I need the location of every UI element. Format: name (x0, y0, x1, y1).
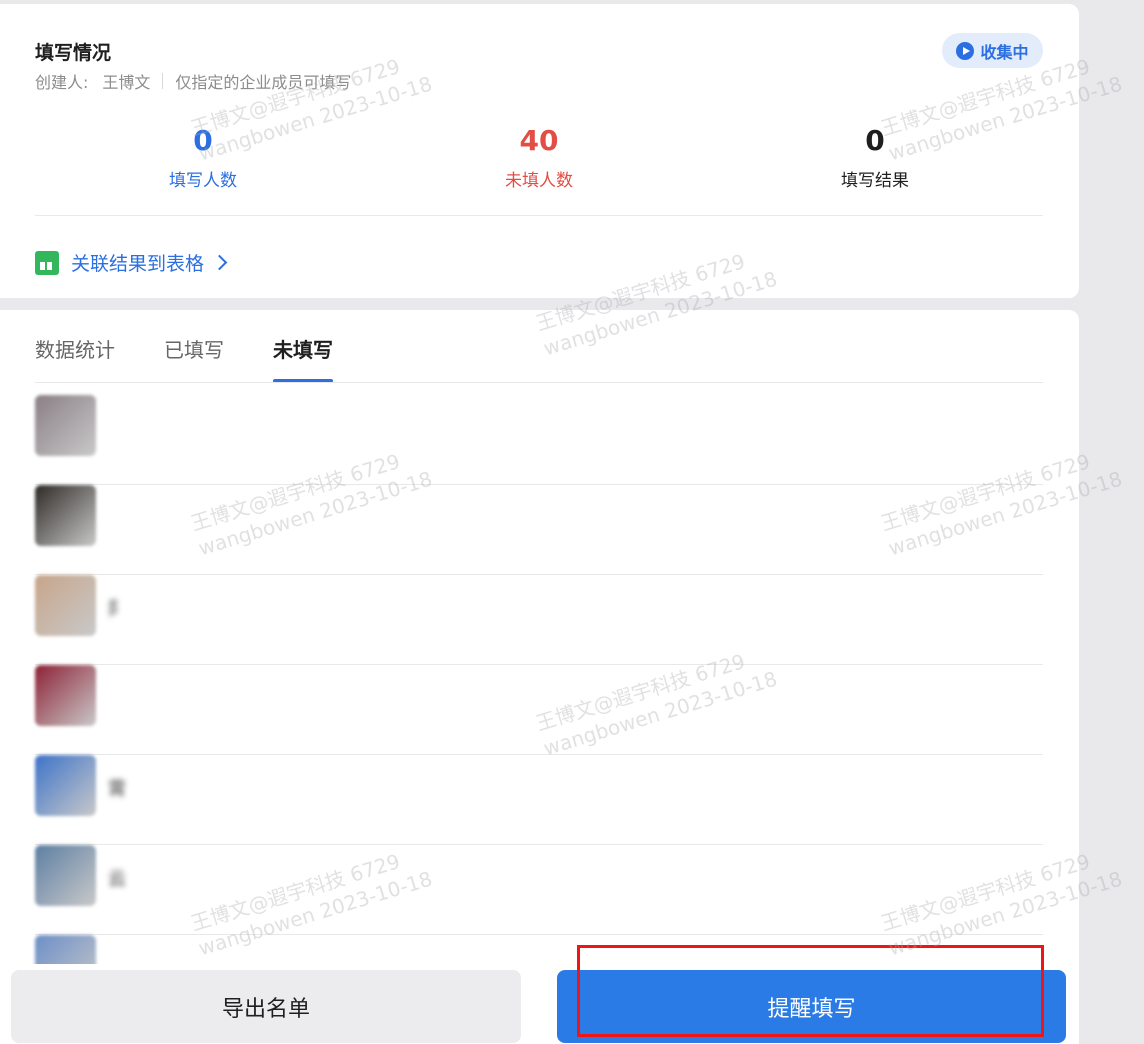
stat-results[interactable]: 0 填写结果 (775, 122, 975, 191)
stat-value: 0 (193, 124, 213, 157)
tab-filled[interactable]: 已填写 (164, 334, 224, 383)
spreadsheet-icon (35, 250, 59, 275)
action-bar: 导出名单 提醒填写 (0, 964, 1079, 1044)
status-badge-label: 收集中 (980, 42, 1029, 62)
member-row[interactable] (35, 485, 1043, 575)
creator-name: 王博文 (102, 73, 151, 92)
avatar (35, 395, 96, 456)
tab-unfilled[interactable]: 未填写 (273, 334, 333, 383)
avatar (35, 755, 96, 816)
stat-label: 未填人数 (505, 171, 573, 191)
page-title: 填写情况 (35, 42, 112, 64)
status-badge[interactable]: 收集中 (942, 33, 1043, 68)
stat-label: 填写结果 (841, 171, 909, 191)
tab-bar: 数据统计 已填写 未填写 (35, 334, 382, 383)
member-row[interactable]: 霄 (35, 755, 1043, 845)
stat-filled-count[interactable]: 0 填写人数 (103, 122, 303, 191)
member-row[interactable]: 阝 (35, 575, 1043, 665)
chevron-right-icon (211, 254, 228, 271)
member-row[interactable] (35, 395, 1043, 485)
member-name: 阝 (108, 599, 126, 620)
play-icon (956, 41, 975, 60)
tabs-divider (35, 382, 1043, 383)
form-summary-card: 填写情况 创建人: 王博文 仅指定的企业成员可填写 收集中 0 填写人数 40 … (0, 4, 1079, 298)
member-row[interactable] (35, 665, 1043, 755)
member-name: 霄 (108, 779, 126, 800)
stat-label: 填写人数 (169, 171, 237, 191)
remind-fill-button[interactable]: 提醒填写 (557, 970, 1066, 1043)
link-results-to-sheet[interactable]: 关联结果到表格 (35, 249, 228, 276)
member-row[interactable]: 云 (35, 845, 1043, 935)
member-list-card: 数据统计 已填写 未填写 阝霄云 (0, 310, 1079, 1044)
creator-meta: 创建人: 王博文 仅指定的企业成员可填写 (35, 69, 351, 93)
tab-statistics[interactable]: 数据统计 (35, 334, 115, 383)
avatar (35, 665, 96, 726)
avatar (35, 485, 96, 546)
avatar (35, 845, 96, 906)
creator-label: 创建人: (35, 73, 89, 92)
avatar (35, 575, 96, 636)
member-name: 云 (108, 869, 126, 890)
link-label: 关联结果到表格 (71, 253, 205, 275)
member-list: 阝霄云 (35, 395, 1043, 1025)
export-list-button[interactable]: 导出名单 (11, 970, 521, 1043)
meta-divider (162, 73, 164, 89)
section-divider (35, 215, 1043, 216)
stat-unfilled-count[interactable]: 40 未填人数 (439, 122, 639, 191)
stat-value: 0 (865, 124, 885, 157)
stat-value: 40 (519, 124, 559, 157)
permission-text: 仅指定的企业成员可填写 (175, 73, 352, 92)
